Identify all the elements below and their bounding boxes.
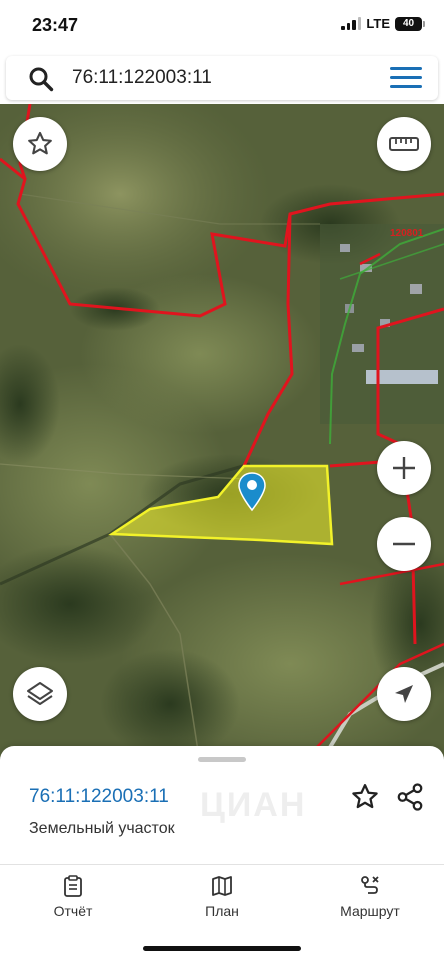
star-icon[interactable] (350, 782, 380, 812)
route-icon (361, 876, 379, 894)
locate-button[interactable] (377, 667, 431, 721)
map-icon (212, 876, 232, 896)
hamburger-menu-icon[interactable] (390, 67, 422, 89)
bottom-navigation: Отчёт План Маршрут (0, 864, 444, 960)
status-indicators: LTE 40 (341, 16, 425, 31)
parcel-label: 120801 (390, 228, 424, 239)
object-info-sheet[interactable]: ЦИАН 76:11:122003:11 Земельный участок (0, 746, 444, 864)
signal-icon (341, 17, 362, 30)
watermark-logo: ЦИАН (200, 786, 307, 824)
ruler-button[interactable] (377, 117, 431, 171)
satellite-imagery (0, 104, 444, 764)
layers-icon (27, 682, 53, 705)
minus-icon (393, 542, 415, 546)
nav-label-plan: План (205, 903, 239, 919)
plus-icon (393, 457, 415, 479)
favorite-button[interactable] (13, 117, 67, 171)
map-view[interactable]: 120801 (0, 104, 444, 764)
share-icon[interactable] (395, 782, 425, 812)
search-bar (6, 56, 438, 100)
nav-report[interactable]: Отчёт (18, 875, 128, 919)
layers-button[interactable] (13, 667, 67, 721)
nav-label-route: Маршрут (340, 903, 400, 919)
status-bar: 23:47 LTE 40 (0, 0, 444, 52)
home-indicator[interactable] (143, 946, 301, 951)
battery-icon: 40 (395, 16, 425, 31)
zoom-in-button[interactable] (377, 441, 431, 495)
zoom-out-button[interactable] (377, 517, 431, 571)
object-type: Земельный участок (29, 820, 175, 837)
star-icon (28, 131, 52, 155)
cadastral-number[interactable]: 76:11:122003:11 (29, 786, 169, 808)
network-label: LTE (366, 16, 390, 31)
search-icon[interactable] (28, 66, 54, 92)
ruler-icon (389, 137, 419, 151)
search-input[interactable] (72, 65, 372, 91)
nav-plan[interactable]: План (167, 875, 277, 919)
clipboard-icon (64, 875, 82, 897)
nav-label-report: Отчёт (53, 903, 93, 919)
navigation-arrow-icon (395, 685, 413, 703)
status-time: 23:47 (32, 15, 79, 35)
location-pin-icon[interactable] (238, 472, 266, 512)
nav-route[interactable]: Маршрут (315, 875, 425, 919)
sheet-grabber[interactable] (198, 757, 246, 762)
